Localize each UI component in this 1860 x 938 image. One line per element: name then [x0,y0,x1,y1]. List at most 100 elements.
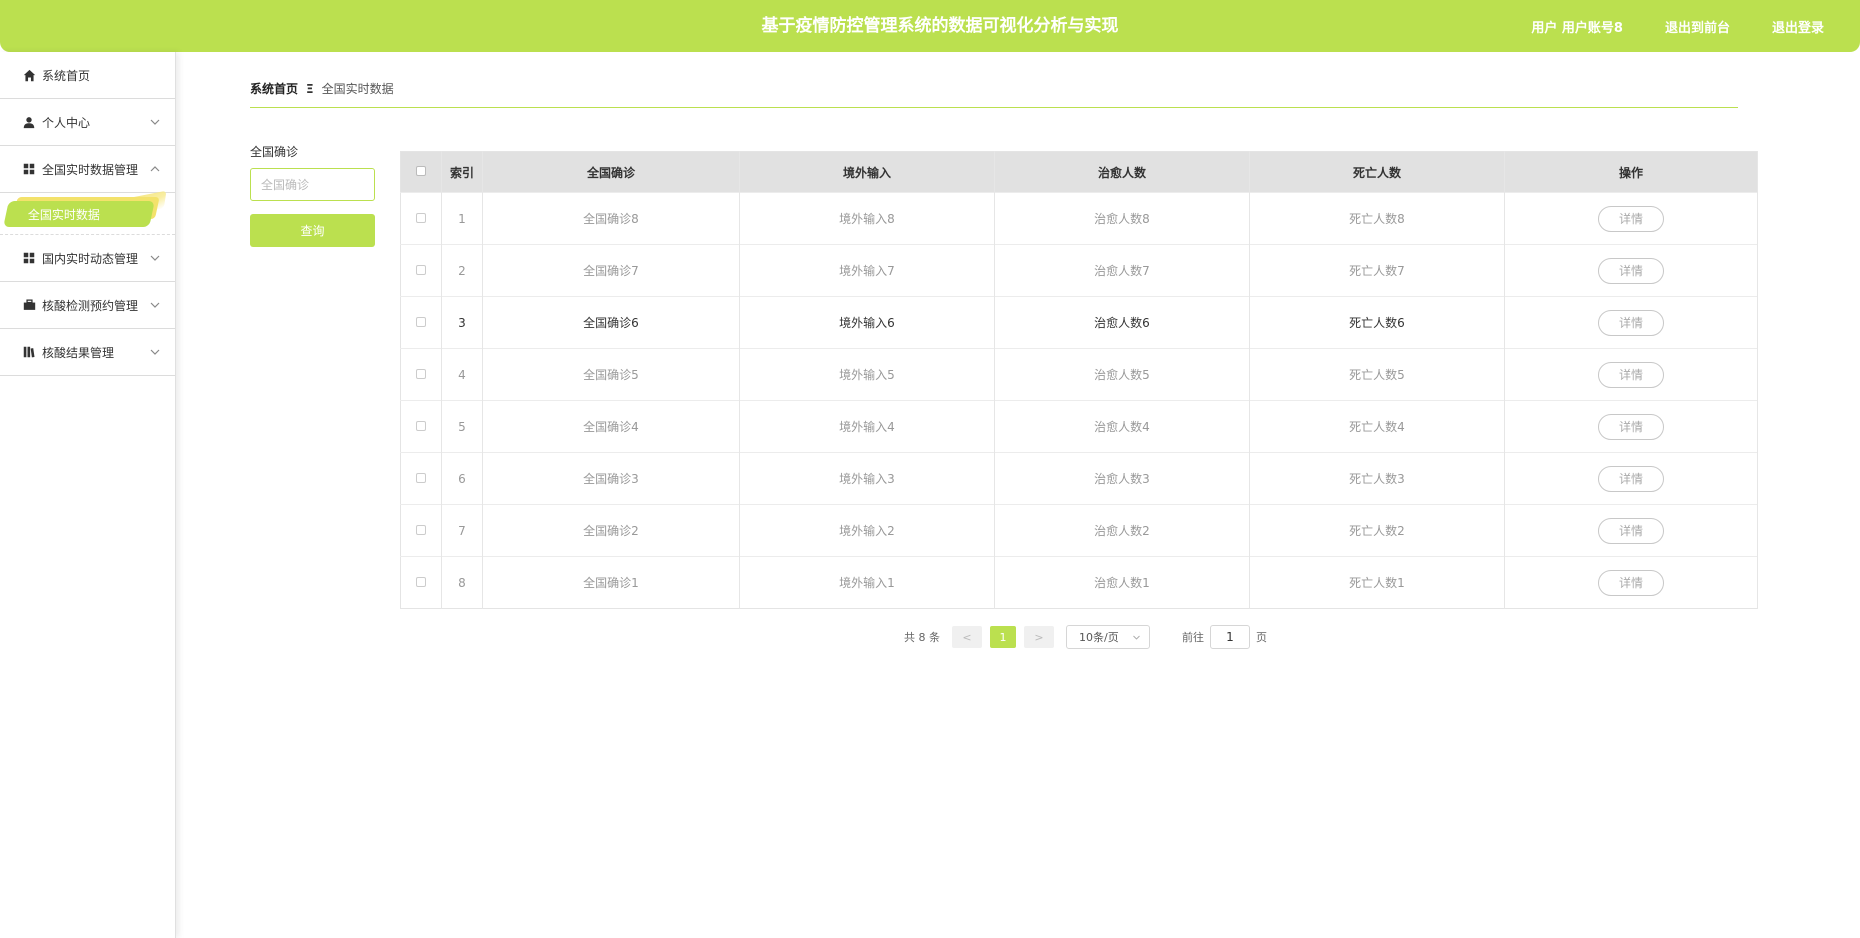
pagination: 共 8 条 < 1 > 10条/页 前往 页 [904,625,1267,649]
detail-button[interactable]: 详情 [1598,205,1664,232]
row-select-cell [400,556,442,609]
table-row[interactable]: 8 全国确诊1 境外输入1 治愈人数1 死亡人数1 详情 [400,556,1758,609]
chevron-down-icon [150,349,160,355]
sidebar-subitem-national-realtime[interactable]: 全国实时数据 [3,201,155,227]
column-header-index: 索引 [441,151,483,193]
breadcrumb-divider [250,107,1738,108]
column-header-actions: 操作 [1504,151,1758,193]
data-table: 索引 全国确诊 境外输入 治愈人数 死亡人数 操作 1 全国确诊8 境外输入8 … [400,151,1758,609]
row-checkbox[interactable] [416,420,426,431]
row-select-cell [400,244,442,297]
cell-imported: 境外输入3 [739,452,995,505]
page-size-select[interactable]: 10条/页 [1066,625,1150,649]
back-to-frontend-link[interactable]: 退出到前台 [1665,17,1730,36]
breadcrumb-current: 全国实时数据 [321,82,394,96]
sidebar-item-label: 国内实时动态管理 [42,251,139,266]
cell-index: 2 [441,244,483,297]
sidebar-item-home[interactable]: 系统首页 [0,52,175,99]
row-select-cell [400,504,442,557]
cell-confirmed: 全国确诊2 [482,504,740,557]
row-select-cell [400,192,442,245]
cell-actions: 详情 [1504,192,1758,245]
table-row[interactable]: 2 全国确诊7 境外输入7 治愈人数7 死亡人数7 详情 [400,244,1758,297]
cell-index: 1 [441,192,483,245]
pagination-total: 共 8 条 [904,631,940,644]
cell-actions: 详情 [1504,400,1758,453]
detail-button[interactable]: 详情 [1598,569,1664,596]
cell-deaths: 死亡人数8 [1249,192,1505,245]
cell-recovered: 治愈人数7 [994,244,1250,297]
cell-index: 4 [441,348,483,401]
sidebar-item-label: 核酸结果管理 [42,345,115,360]
sidebar-item-test-booking[interactable]: 核酸检测预约管理 [0,282,175,329]
sidebar-item-label: 个人中心 [42,115,91,130]
select-all-checkbox[interactable] [416,166,426,176]
row-select-cell [400,296,442,349]
goto-page-input[interactable] [1210,625,1250,649]
detail-button[interactable]: 详情 [1598,517,1664,544]
cell-confirmed: 全国确诊3 [482,452,740,505]
table-row[interactable]: 1 全国确诊8 境外输入8 治愈人数8 死亡人数8 详情 [400,192,1758,245]
row-checkbox[interactable] [416,576,426,587]
cell-recovered: 治愈人数4 [994,400,1250,453]
page-number-1[interactable]: 1 [990,626,1016,648]
detail-button[interactable]: 详情 [1598,309,1664,336]
sidebar-item-label: 系统首页 [42,68,91,83]
detail-button[interactable]: 详情 [1598,413,1664,440]
prev-page-button[interactable]: < [952,626,982,648]
cell-recovered: 治愈人数8 [994,192,1250,245]
cell-actions: 详情 [1504,296,1758,349]
sidebar-item-test-results[interactable]: 核酸结果管理 [0,329,175,376]
row-checkbox[interactable] [416,316,426,327]
cell-actions: 详情 [1504,504,1758,557]
grid-icon [22,162,36,176]
table-row[interactable]: 6 全国确诊3 境外输入3 治愈人数3 死亡人数3 详情 [400,452,1758,505]
grid-icon [22,251,36,265]
breadcrumb: 系统首页 Ξ 全国实时数据 [250,80,394,97]
detail-button[interactable]: 详情 [1598,257,1664,284]
cell-confirmed: 全国确诊7 [482,244,740,297]
cell-confirmed: 全国确诊8 [482,192,740,245]
home-icon [22,68,36,82]
row-select-cell [400,348,442,401]
search-label: 全国确诊 [250,145,299,159]
search-input[interactable] [250,168,375,201]
sidebar-item-domestic-dynamics[interactable]: 国内实时动态管理 [0,235,175,282]
select-all-cell [400,151,442,193]
row-checkbox[interactable] [416,472,426,483]
cell-deaths: 死亡人数5 [1249,348,1505,401]
next-page-button[interactable]: > [1024,626,1054,648]
cell-deaths: 死亡人数4 [1249,400,1505,453]
sidebar: 系统首页 个人中心 全国实时数据管理 全国实时数据 国内实时动态管理 核酸检测预… [0,52,176,938]
cell-confirmed: 全国确诊1 [482,556,740,609]
row-checkbox[interactable] [416,524,426,535]
row-checkbox[interactable] [416,212,426,223]
detail-button[interactable]: 详情 [1598,465,1664,492]
chevron-down-icon [1133,635,1140,640]
chevron-down-icon [150,255,160,261]
logout-link[interactable]: 退出登录 [1772,17,1824,36]
breadcrumb-home[interactable]: 系统首页 [250,80,298,97]
detail-button[interactable]: 详情 [1598,361,1664,388]
cell-confirmed: 全国确诊4 [482,400,740,453]
search-button[interactable]: 查询 [250,214,375,247]
sidebar-item-label: 全国实时数据管理 [42,162,139,177]
cell-index: 6 [441,452,483,505]
chevron-up-icon [150,166,160,172]
cell-deaths: 死亡人数7 [1249,244,1505,297]
sidebar-item-profile[interactable]: 个人中心 [0,99,175,146]
cell-index: 3 [441,296,483,349]
chevron-down-icon [150,302,160,308]
sidebar-item-national-data[interactable]: 全国实时数据管理 [0,146,175,193]
row-checkbox[interactable] [416,264,426,275]
breadcrumb-separator: Ξ [306,81,314,96]
row-checkbox[interactable] [416,368,426,379]
table-row[interactable]: 3 全国确诊6 境外输入6 治愈人数6 死亡人数6 详情 [400,296,1758,349]
column-header-deaths: 死亡人数 [1249,151,1505,193]
table-row[interactable]: 5 全国确诊4 境外输入4 治愈人数4 死亡人数4 详情 [400,400,1758,453]
row-select-cell [400,452,442,505]
table-row[interactable]: 4 全国确诊5 境外输入5 治愈人数5 死亡人数5 详情 [400,348,1758,401]
cell-deaths: 死亡人数2 [1249,504,1505,557]
table-row[interactable]: 7 全国确诊2 境外输入2 治愈人数2 死亡人数2 详情 [400,504,1758,557]
page-unit-label: 页 [1256,631,1267,644]
